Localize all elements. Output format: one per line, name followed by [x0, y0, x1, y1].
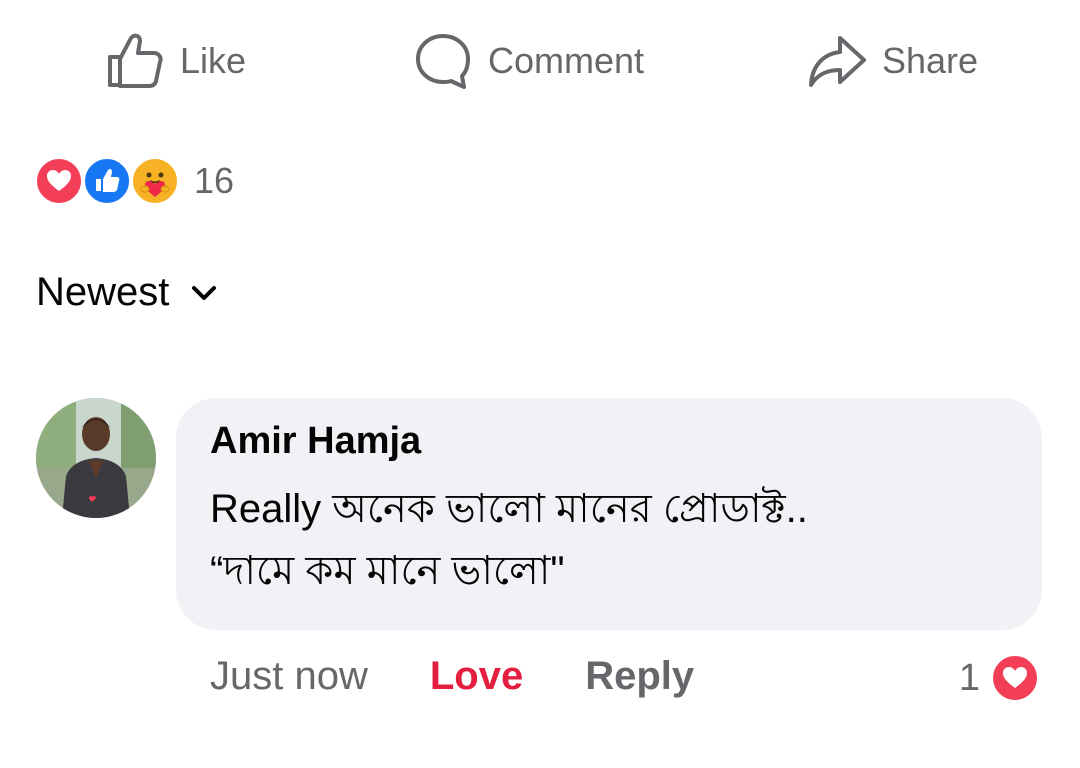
comment-text: Really অনেক ভালো মানের প্রোডাক্ট.. “দামে… — [210, 487, 808, 593]
care-reaction-icon — [130, 156, 180, 206]
comment-reaction-count: 1 — [958, 656, 980, 699]
comment-label: Comment — [488, 40, 645, 81]
comment-love-button[interactable]: Love — [430, 654, 523, 699]
comment-meta: Just now Love Reply — [210, 648, 694, 704]
comment-reply-button[interactable]: Reply — [585, 654, 694, 699]
like-label: Like — [180, 40, 247, 81]
comment-timestamp: Just now — [210, 653, 368, 698]
avatar[interactable] — [36, 398, 156, 518]
comment-sort-dropdown[interactable]: Newest — [36, 270, 217, 315]
love-reaction-icon — [990, 653, 1040, 703]
post-action-bar: Like Comment Share — [0, 28, 1080, 94]
comment-reaction-summary[interactable]: 1 — [959, 650, 1040, 706]
chevron-down-icon — [191, 280, 217, 306]
share-arrow-icon — [806, 30, 868, 92]
like-button[interactable]: Like — [104, 28, 246, 94]
sort-label: Newest — [36, 270, 170, 314]
share-button[interactable]: Share — [806, 28, 978, 94]
thumbs-up-icon — [104, 30, 166, 92]
comment-bubble[interactable]: Amir Hamja Really অনেক ভালো মানের প্রোডা… — [176, 398, 1042, 630]
comment-author[interactable]: Amir Hamja — [210, 420, 421, 463]
like-reaction-icon — [82, 156, 132, 206]
speech-bubble-icon — [412, 30, 474, 92]
comment-button[interactable]: Comment — [412, 28, 644, 94]
reaction-count: 16 — [194, 160, 235, 201]
reaction-icon-stack — [34, 154, 186, 208]
reaction-summary[interactable]: 16 — [34, 154, 234, 208]
share-label: Share — [882, 40, 979, 81]
love-reaction-icon — [34, 156, 84, 206]
